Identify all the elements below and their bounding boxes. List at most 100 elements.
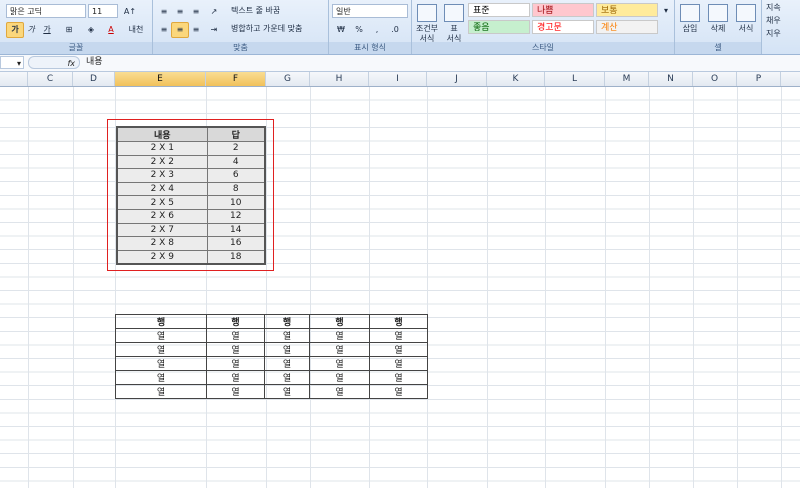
table2-cell[interactable]: 열: [369, 328, 428, 343]
delete-button[interactable]: 삭제: [705, 4, 731, 34]
column-header-i[interactable]: I: [369, 72, 427, 86]
table2-cell[interactable]: 열: [369, 342, 428, 357]
insert-function-button[interactable]: fx: [28, 56, 80, 69]
table2-header[interactable]: 행: [115, 314, 207, 329]
grid-line: [737, 87, 738, 488]
currency-button[interactable]: ₩: [332, 22, 350, 38]
table2-cell[interactable]: 열: [309, 342, 370, 357]
grid-line: [605, 87, 606, 488]
format-button[interactable]: 서식: [733, 4, 759, 34]
align-right-icon[interactable]: ≡: [187, 22, 205, 38]
column-header-k[interactable]: K: [487, 72, 545, 86]
style-neutral[interactable]: 보통: [596, 3, 658, 17]
wrap-text-button[interactable]: 텍스트 줄 바꿈: [229, 4, 282, 18]
decimal-icon[interactable]: .0: [386, 22, 404, 38]
table2-cell[interactable]: 열: [309, 356, 370, 371]
font-size-box[interactable]: 11: [88, 4, 118, 18]
style-normal[interactable]: 표준: [468, 3, 530, 17]
fill-color-icon[interactable]: ◈: [82, 22, 100, 38]
column-header-f[interactable]: F: [206, 72, 266, 86]
comma-button[interactable]: ,: [368, 22, 386, 38]
table2-cell[interactable]: 열: [206, 328, 265, 343]
column-header-g[interactable]: G: [266, 72, 310, 86]
underline-button[interactable]: 가: [38, 22, 56, 38]
style-good[interactable]: 좋음: [468, 20, 530, 34]
font-color-icon[interactable]: A: [102, 22, 120, 38]
number-format-box[interactable]: 일반: [332, 4, 408, 18]
styles-scroll-icon[interactable]: ▾: [660, 3, 672, 19]
table-row: 열열열열열: [115, 328, 428, 343]
table2-cell[interactable]: 열: [115, 384, 207, 399]
phonetic-button[interactable]: 내천: [124, 22, 148, 38]
column-header-p[interactable]: P: [737, 72, 781, 86]
table2-cell[interactable]: 열: [309, 384, 370, 399]
column-header-h[interactable]: H: [310, 72, 369, 86]
table2-cell[interactable]: 열: [309, 370, 370, 385]
table2-cell[interactable]: 열: [206, 342, 265, 357]
grow-font-icon[interactable]: A↑: [121, 4, 139, 20]
format-label: 서식: [738, 24, 754, 33]
table-format-button[interactable]: 표 서식: [442, 4, 466, 44]
orientation-icon[interactable]: ↗: [205, 4, 223, 20]
table2-header[interactable]: 행: [309, 314, 370, 329]
insert-label: 삽입: [682, 24, 698, 33]
table2-cell[interactable]: 열: [115, 370, 207, 385]
column-header-o[interactable]: O: [693, 72, 737, 86]
grid-line: [781, 87, 782, 488]
style-calculation[interactable]: 계산: [596, 20, 658, 34]
align-bottom-icon[interactable]: ≡: [187, 4, 205, 20]
font-name-box[interactable]: 맑은 고딕: [6, 4, 86, 18]
name-box[interactable]: ▾: [0, 56, 24, 69]
table2-cell[interactable]: 열: [264, 342, 310, 357]
grid-line: [310, 87, 311, 488]
insert-button[interactable]: 삽입: [677, 4, 703, 34]
table2-cell[interactable]: 열: [206, 384, 265, 399]
alignment-group: ≡ ≡ ≡ ↗ 텍스트 줄 바꿈 ≡ ≡ ≡ ⇥ 병합하고 가운데 맞춤 맞춤: [153, 0, 329, 54]
table2-cell[interactable]: 열: [264, 384, 310, 399]
styles-group-label: 스타일: [412, 42, 674, 54]
percent-button[interactable]: %: [350, 22, 368, 38]
formula-bar: ▾ fx 내용: [0, 55, 800, 72]
table2-cell[interactable]: 열: [309, 328, 370, 343]
table2-header[interactable]: 행: [206, 314, 265, 329]
table2-cell[interactable]: 열: [115, 342, 207, 357]
autosum-button[interactable]: 지속: [764, 1, 783, 15]
column-header-c[interactable]: C: [28, 72, 73, 86]
conditional-format-button[interactable]: 조건부 서식: [414, 4, 440, 44]
column-header-l[interactable]: L: [545, 72, 605, 86]
column-header-n[interactable]: N: [649, 72, 693, 86]
indent-icon[interactable]: ⇥: [205, 22, 223, 38]
column-header-m[interactable]: M: [605, 72, 649, 86]
border-icon[interactable]: ⊞: [60, 22, 78, 38]
table2-cell[interactable]: 열: [369, 370, 428, 385]
table2-cell[interactable]: 열: [369, 384, 428, 399]
table2-header[interactable]: 행: [264, 314, 310, 329]
grid-line: [73, 87, 74, 488]
style-bad[interactable]: 나쁨: [532, 3, 594, 17]
table2-header[interactable]: 행: [369, 314, 428, 329]
column-header-e[interactable]: E: [115, 72, 206, 86]
table2-cell[interactable]: 열: [369, 356, 428, 371]
conditional-format-label: 조건부 서식: [415, 24, 439, 43]
clear-button[interactable]: 지우: [764, 27, 783, 41]
row-column-table: 행 행 행 행 행 열열열열열열열열열열열열열열열열열열열열열열열열열: [115, 314, 428, 399]
font-group-label: 글꼴: [0, 42, 152, 54]
column-header-d[interactable]: D: [73, 72, 115, 86]
table2-cell[interactable]: 열: [264, 370, 310, 385]
table2-cell[interactable]: 열: [115, 356, 207, 371]
formula-input[interactable]: 내용: [86, 56, 103, 69]
style-warning[interactable]: 경고문: [532, 20, 594, 34]
grid-line: [693, 87, 694, 488]
table-format-label: 표 서식: [446, 24, 462, 43]
grid-line: [28, 87, 29, 488]
column-header-j[interactable]: J: [427, 72, 487, 86]
table2-cell[interactable]: 열: [115, 328, 207, 343]
font-group: 맑은 고딕 11 A↑ 가 가 가 ⊞ ◈ A 내천 글꼴: [0, 0, 153, 54]
table2-cell[interactable]: 열: [264, 356, 310, 371]
merge-center-button[interactable]: 병합하고 가운데 맞춤: [229, 22, 304, 36]
table2-cell[interactable]: 열: [206, 356, 265, 371]
select-all-corner[interactable]: [0, 72, 28, 86]
table2-cell[interactable]: 열: [206, 370, 265, 385]
fill-button[interactable]: 채우: [764, 14, 783, 28]
table2-cell[interactable]: 열: [264, 328, 310, 343]
